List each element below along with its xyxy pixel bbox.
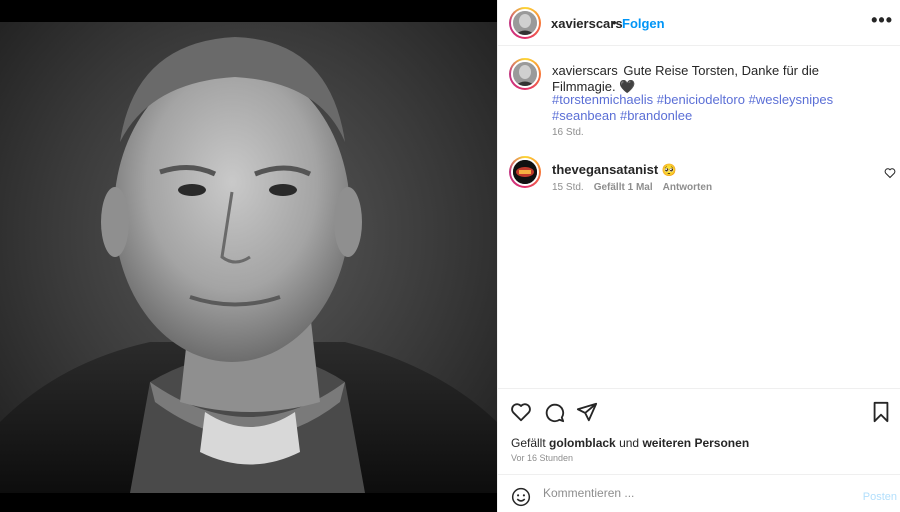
pleading-face-emoji: 🥺 bbox=[661, 163, 677, 177]
likes-prefix: Gefällt bbox=[511, 436, 546, 450]
comment-likes[interactable]: Gefällt 1 Mal bbox=[594, 182, 653, 193]
comment-meta: 15 Std. Gefällt 1 Mal Antworten bbox=[552, 182, 712, 193]
emoji-icon[interactable] bbox=[511, 487, 531, 510]
share-icon[interactable] bbox=[576, 401, 598, 426]
more-options-icon[interactable]: ••• bbox=[871, 10, 893, 31]
post-comment-button[interactable]: Posten bbox=[863, 491, 897, 503]
comment-body: thevegansatanist 🥺 bbox=[552, 162, 677, 177]
hashtag-link[interactable]: #beniciodeltoro bbox=[657, 92, 745, 107]
likes-connector: und bbox=[619, 436, 640, 450]
separator-dot: • bbox=[612, 15, 617, 30]
comment-heart-icon[interactable] bbox=[884, 166, 896, 182]
caption-hashtags: #torstenmichaelis #beniciodeltoro #wesle… bbox=[552, 92, 882, 124]
post-timestamp[interactable]: Vor 16 Stunden bbox=[511, 453, 573, 463]
post-actions: Gefällt golomblack und weiteren Personen… bbox=[498, 388, 900, 484]
liked-by-user[interactable]: golomblack bbox=[549, 436, 616, 450]
post-caption: xavierscars Gute Reise Torsten, Danke fü… bbox=[552, 63, 882, 95]
likes-summary: Gefällt golomblack und weiteren Personen bbox=[511, 436, 749, 450]
commenter-avatar[interactable] bbox=[509, 156, 541, 188]
bookmark-icon[interactable] bbox=[871, 401, 891, 426]
author-avatar[interactable] bbox=[509, 7, 541, 39]
hashtag-link[interactable]: #brandonlee bbox=[620, 108, 692, 123]
reply-button[interactable]: Antworten bbox=[663, 182, 712, 193]
commenter-username[interactable]: thevegansatanist bbox=[552, 162, 658, 177]
caption-timestamp[interactable]: 16 Std. bbox=[552, 127, 584, 138]
caption-username[interactable]: xavierscars bbox=[552, 63, 618, 78]
post-photo[interactable] bbox=[0, 22, 497, 493]
comment-timestamp[interactable]: 15 Std. bbox=[552, 182, 584, 193]
caption-author-avatar[interactable] bbox=[509, 58, 541, 90]
photo-pane bbox=[0, 0, 497, 512]
hashtag-link[interactable]: #wesleysnipes bbox=[749, 92, 834, 107]
post-sidebar: xavierscars • Folgen ••• xavierscars Gut… bbox=[497, 0, 900, 512]
likes-others-link[interactable]: weiteren Personen bbox=[642, 436, 749, 450]
heart-icon[interactable] bbox=[510, 401, 532, 426]
follow-button[interactable]: Folgen bbox=[622, 16, 665, 31]
comment-icon[interactable] bbox=[543, 401, 565, 426]
hashtag-link[interactable]: #torstenmichaelis bbox=[552, 92, 653, 107]
comment-bar: Posten bbox=[498, 474, 900, 512]
comment-input[interactable] bbox=[543, 486, 843, 500]
hashtag-link[interactable]: #seanbean bbox=[552, 108, 616, 123]
post-header: xavierscars • Folgen ••• bbox=[498, 0, 900, 46]
